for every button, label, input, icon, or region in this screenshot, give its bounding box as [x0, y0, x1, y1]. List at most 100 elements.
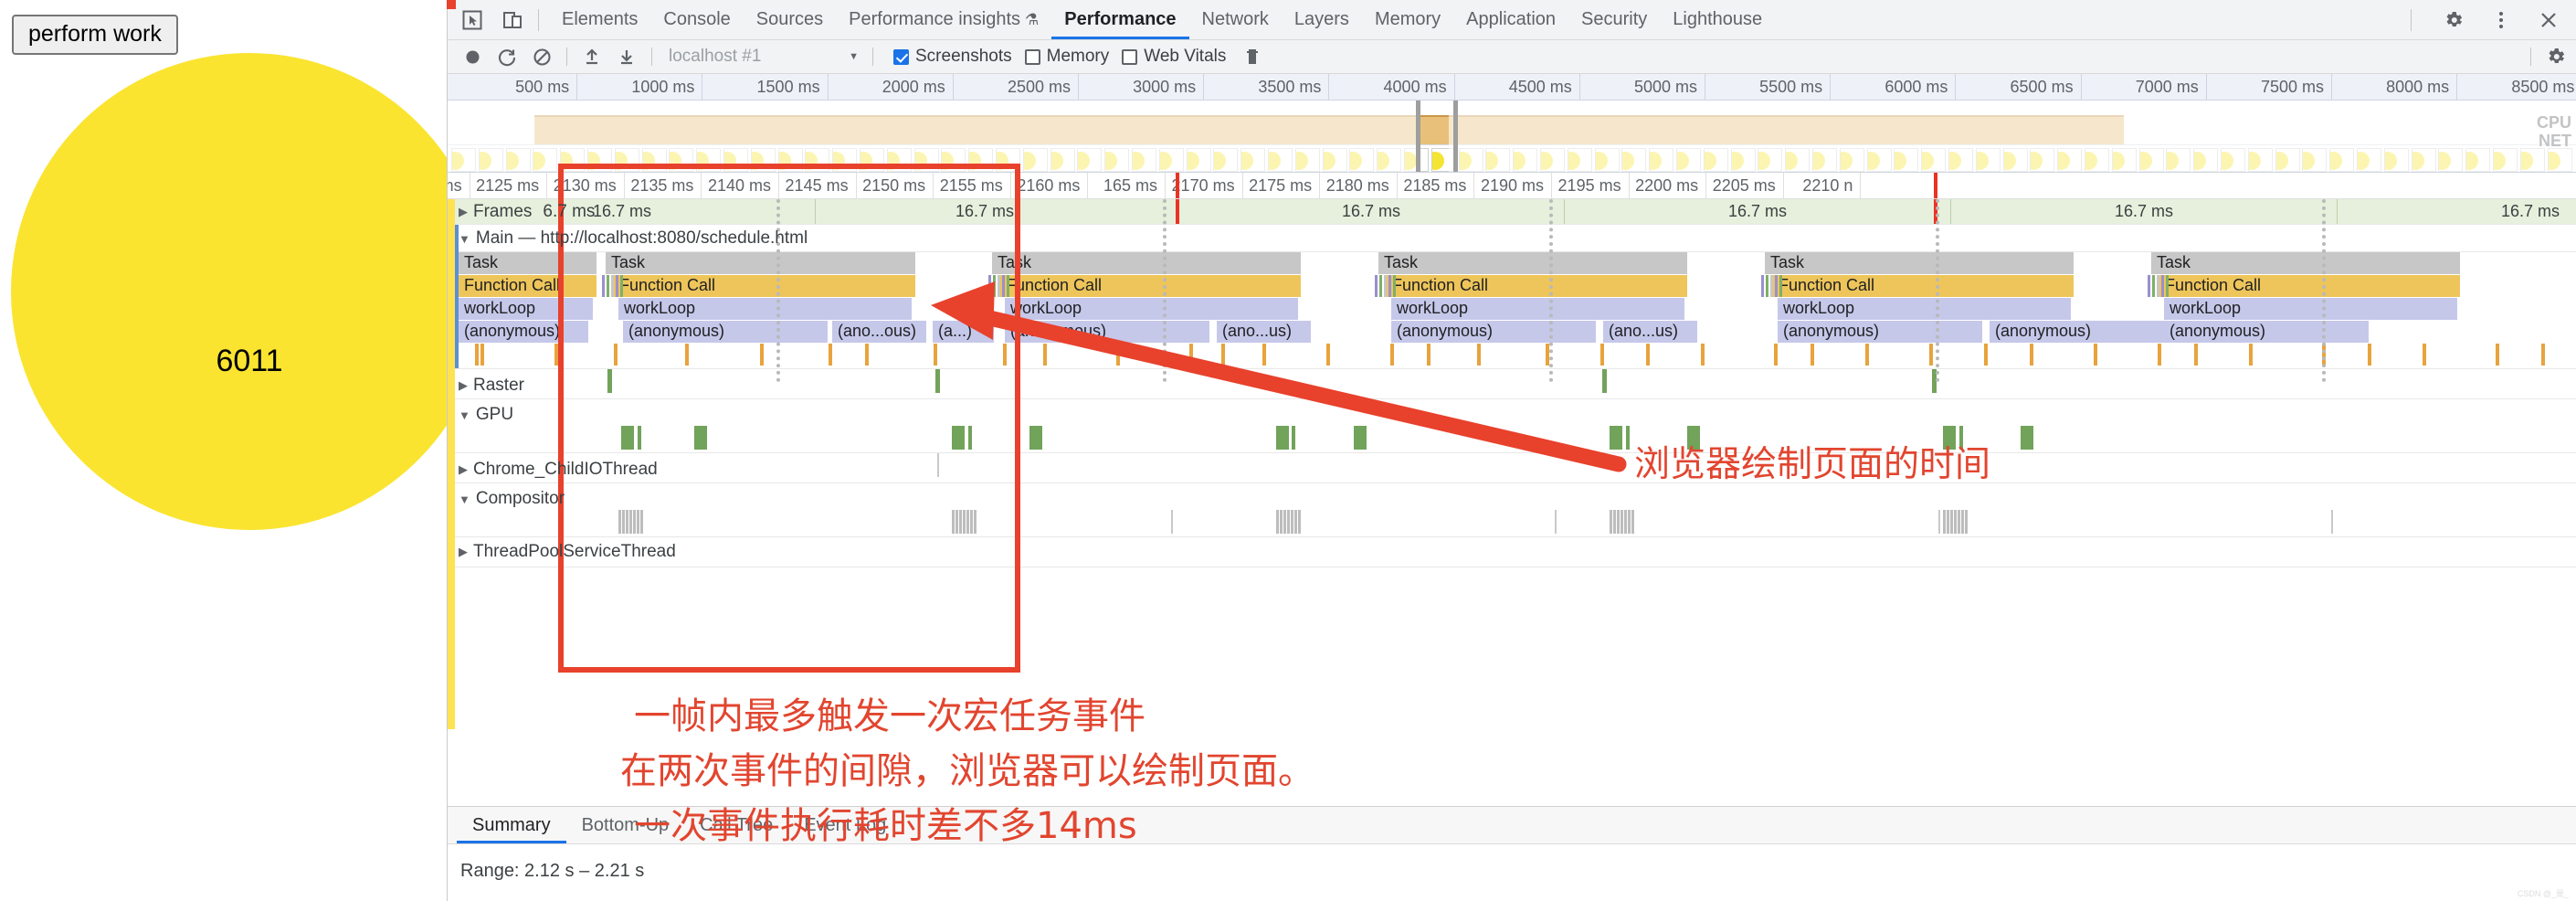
flame-bar[interactable]: Task: [1765, 252, 2075, 274]
flame-bar[interactable]: Function Call: [1773, 275, 2075, 297]
flame-bar[interactable]: Task: [606, 252, 916, 274]
collect-garbage-icon[interactable]: [1239, 43, 1266, 70]
drawer-tab-bottom-up[interactable]: Bottom-Up: [566, 807, 685, 843]
clear-button[interactable]: [528, 43, 555, 70]
tab-network[interactable]: Network: [1189, 0, 1282, 39]
flame-chart[interactable]: 16.7 ms 16.7 ms 16.7 ms 16.7 ms 16.7 ms 16.7 …: [448, 199, 2576, 729]
gpu-event-bar[interactable]: [1354, 426, 1367, 450]
tab-security[interactable]: Security: [1568, 0, 1660, 39]
tab-lighthouse[interactable]: Lighthouse: [1660, 0, 1775, 39]
frame-cell[interactable]: 16.7 ms: [1951, 199, 2338, 224]
gpu-event-bar[interactable]: [952, 426, 965, 450]
drawer-tab-event-log[interactable]: Event Log: [788, 807, 902, 843]
tab-memory[interactable]: Memory: [1362, 0, 1453, 39]
track-header-raster[interactable]: ▶ Raster: [448, 376, 524, 396]
track-header-compositor[interactable]: ▼ Compositor: [448, 489, 565, 509]
gpu-event-bar[interactable]: [968, 426, 972, 450]
flame-bar[interactable]: workLoop: [618, 298, 913, 320]
gpu-event-bar[interactable]: [1626, 426, 1630, 450]
gpu-event-bar[interactable]: [2021, 426, 2033, 450]
frame-cell[interactable]: 16.7 ms: [792, 199, 1178, 224]
web-vitals-checkbox[interactable]: Web Vitals: [1122, 47, 1226, 67]
flame-bar[interactable]: workLoop: [1778, 298, 2072, 320]
overview-dim-left: [448, 101, 1416, 172]
flame-bar[interactable]: workLoop: [459, 298, 594, 320]
tab-layers[interactable]: Layers: [1282, 0, 1362, 39]
frame-cell[interactable]: 16.7 ms: [1178, 199, 1565, 224]
memory-checkbox[interactable]: Memory: [1024, 47, 1109, 67]
track-header-gpu[interactable]: ▼ GPU: [448, 405, 513, 425]
flame-bar[interactable]: Function Call: [459, 275, 597, 297]
flame-bar[interactable]: workLoop: [1391, 298, 1685, 320]
gpu-event-bar[interactable]: [1959, 426, 1963, 450]
gpu-event-bar[interactable]: [1029, 426, 1042, 450]
frame-cell[interactable]: 16.7 ms: [1565, 199, 1951, 224]
flame-bar[interactable]: (ano...us): [1217, 321, 1312, 343]
flame-bar[interactable]: Task: [1378, 252, 1688, 274]
flame-bar[interactable]: Task: [992, 252, 1302, 274]
target-select[interactable]: localhost #1 ▼: [669, 45, 865, 69]
flame-bar[interactable]: (anonymous): [2164, 321, 2370, 343]
close-icon[interactable]: [2533, 5, 2564, 36]
detail-time-ruler[interactable]: ms2125 ms2130 ms2135 ms2140 ms2145 ms215…: [448, 173, 2576, 199]
perform-work-button[interactable]: perform work: [12, 15, 178, 55]
gpu-event-bar[interactable]: [1276, 426, 1289, 450]
gpu-event-bar[interactable]: [1292, 426, 1295, 450]
track-header-threadpool[interactable]: ▶ ThreadPoolServiceThread: [448, 542, 676, 562]
reload-and-record-button[interactable]: [493, 43, 521, 70]
tab-performance-insights[interactable]: Performance insights ⚗: [836, 0, 1051, 39]
flame-bar[interactable]: (anonymous): [623, 321, 829, 343]
tab-sources[interactable]: Sources: [744, 0, 836, 39]
flame-bar[interactable]: (a...): [933, 321, 995, 343]
flame-bar[interactable]: (ano...us): [1603, 321, 1698, 343]
flame-bar[interactable]: Task: [2151, 252, 2461, 274]
gpu-event-bar[interactable]: [694, 426, 707, 450]
tab-label: Console: [663, 9, 731, 29]
flame-bar[interactable]: Function Call: [614, 275, 916, 297]
detail-tick: 2175 ms: [1243, 173, 1321, 198]
overview-time-ruler[interactable]: 500 ms 1000 ms 1500 ms 2000 ms 2500 ms 3000 m…: [448, 74, 2576, 101]
flame-bar[interactable]: (anonymous): [1391, 321, 1597, 343]
drawer-tabs: Summary Bottom-Up Call Tree Event Log: [448, 807, 2576, 844]
flame-bar[interactable]: workLoop: [2164, 298, 2458, 320]
gpu-event-bar[interactable]: [1943, 426, 1956, 450]
track-header-frames[interactable]: ▶ Frames 6.7 ms: [448, 202, 595, 222]
track-header-childio[interactable]: ▶ Chrome_ChildIOThread: [448, 460, 658, 480]
record-button[interactable]: [459, 43, 486, 70]
overview-selection-window[interactable]: [1416, 101, 1458, 172]
flame-bar[interactable]: (anonymous): [1778, 321, 1983, 343]
gpu-event-bar[interactable]: [621, 426, 634, 450]
overview-pane[interactable]: CPU NET: [448, 101, 2576, 173]
drawer-tab-summary[interactable]: Summary: [457, 807, 566, 843]
drawer-tab-call-tree[interactable]: Call Tree: [684, 807, 788, 843]
track-header-main[interactable]: ▼ Main — http://localhost:8080/schedule.…: [448, 228, 808, 249]
flame-bar[interactable]: (anonymous): [1005, 321, 1210, 343]
settings-gear-icon[interactable]: [2438, 5, 2469, 36]
tab-application[interactable]: Application: [1453, 0, 1568, 39]
save-profile-button[interactable]: [613, 43, 640, 70]
tab-elements[interactable]: Elements: [549, 0, 650, 39]
frame-cell[interactable]: 16.7 ms: [2338, 199, 2576, 224]
capture-settings-gear-icon[interactable]: [2542, 43, 2570, 70]
tab-performance[interactable]: Performance: [1051, 0, 1188, 39]
flame-bar[interactable]: workLoop: [1005, 298, 1299, 320]
flame-bar[interactable]: Task: [459, 252, 597, 274]
more-vertical-icon[interactable]: [2486, 5, 2517, 36]
flame-bar[interactable]: (ano...ous): [832, 321, 927, 343]
screenshots-checkbox[interactable]: Screenshots: [893, 47, 1012, 67]
load-profile-button[interactable]: [578, 43, 606, 70]
chevron-right-icon: ▶: [459, 545, 468, 558]
tab-console[interactable]: Console: [650, 0, 743, 39]
flame-bar[interactable]: Function Call: [2159, 275, 2461, 297]
compositor-event-tick: [1958, 510, 1960, 534]
gpu-event-bar[interactable]: [1610, 426, 1622, 450]
compositor-event-tick: [1171, 510, 1173, 534]
device-toolbar-icon[interactable]: [497, 5, 528, 36]
flame-bar[interactable]: Function Call: [1387, 275, 1688, 297]
inspect-element-icon[interactable]: [457, 5, 488, 36]
gpu-event-bar[interactable]: [638, 426, 641, 450]
flame-bar[interactable]: (anonymous): [459, 321, 589, 343]
flame-bar[interactable]: Function Call: [1000, 275, 1302, 297]
micro-event-tick: [480, 344, 484, 366]
gpu-event-bar[interactable]: [1687, 426, 1700, 450]
